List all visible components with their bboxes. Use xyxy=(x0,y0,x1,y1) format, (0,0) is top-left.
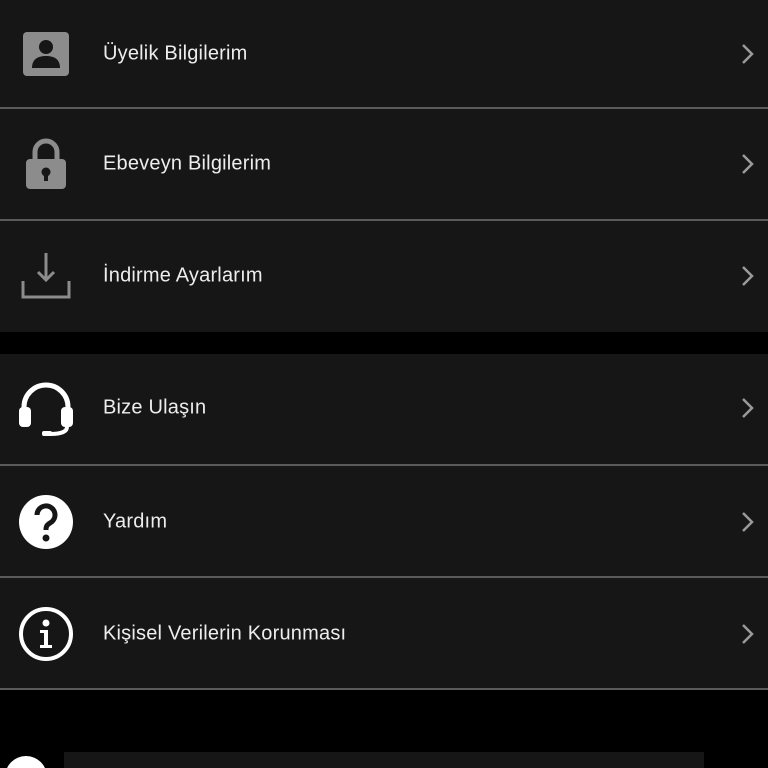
menu-item-yardim[interactable]: Yardım xyxy=(0,468,768,576)
chevron-right-icon xyxy=(742,266,754,286)
menu-item-indirme-ayarlarim[interactable]: İndirme Ayarlarım xyxy=(0,222,768,330)
chevron-right-icon xyxy=(742,398,754,418)
chevron-right-icon xyxy=(742,624,754,644)
menu-item-uyelik-bilgilerim[interactable]: Üyelik Bilgilerim xyxy=(0,0,768,108)
menu-item-bize-ulasin[interactable]: Bize Ulaşın xyxy=(0,354,768,462)
divider xyxy=(0,219,768,221)
lock-icon xyxy=(16,134,76,194)
partial-bottom-bar xyxy=(64,752,704,768)
chevron-right-icon xyxy=(742,44,754,64)
divider xyxy=(0,107,768,109)
menu-item-ebeveyn-bilgilerim[interactable]: Ebeveyn Bilgilerim xyxy=(0,110,768,218)
menu-item-label: İndirme Ayarlarım xyxy=(103,264,263,287)
menu-item-label: Üyelik Bilgilerim xyxy=(103,42,248,65)
chevron-right-icon xyxy=(742,512,754,532)
help-circle-icon xyxy=(16,492,76,552)
settings-screen: Üyelik Bilgilerim Ebeveyn Bilgilerim İnd… xyxy=(0,0,768,768)
menu-item-label: Bize Ulaşın xyxy=(103,396,207,419)
download-icon xyxy=(16,246,76,306)
menu-item-label: Yardım xyxy=(103,510,168,533)
menu-item-kisisel-verilerin-korunmasi[interactable]: Kişisel Verilerin Korunması xyxy=(0,580,768,688)
divider xyxy=(0,688,768,690)
divider xyxy=(0,464,768,466)
account-box-icon xyxy=(16,24,76,84)
divider xyxy=(0,576,768,578)
menu-item-label: Ebeveyn Bilgilerim xyxy=(103,152,272,175)
menu-item-label: Kişisel Verilerin Korunması xyxy=(103,622,347,645)
account-settings-group: Üyelik Bilgilerim Ebeveyn Bilgilerim İnd… xyxy=(0,0,768,332)
info-circle-icon xyxy=(16,604,76,664)
chevron-right-icon xyxy=(742,154,754,174)
headset-icon xyxy=(16,378,76,438)
partial-circle-icon xyxy=(5,756,47,768)
support-group: Bize Ulaşın Yardım Kişisel Verilerin Kor… xyxy=(0,354,768,690)
